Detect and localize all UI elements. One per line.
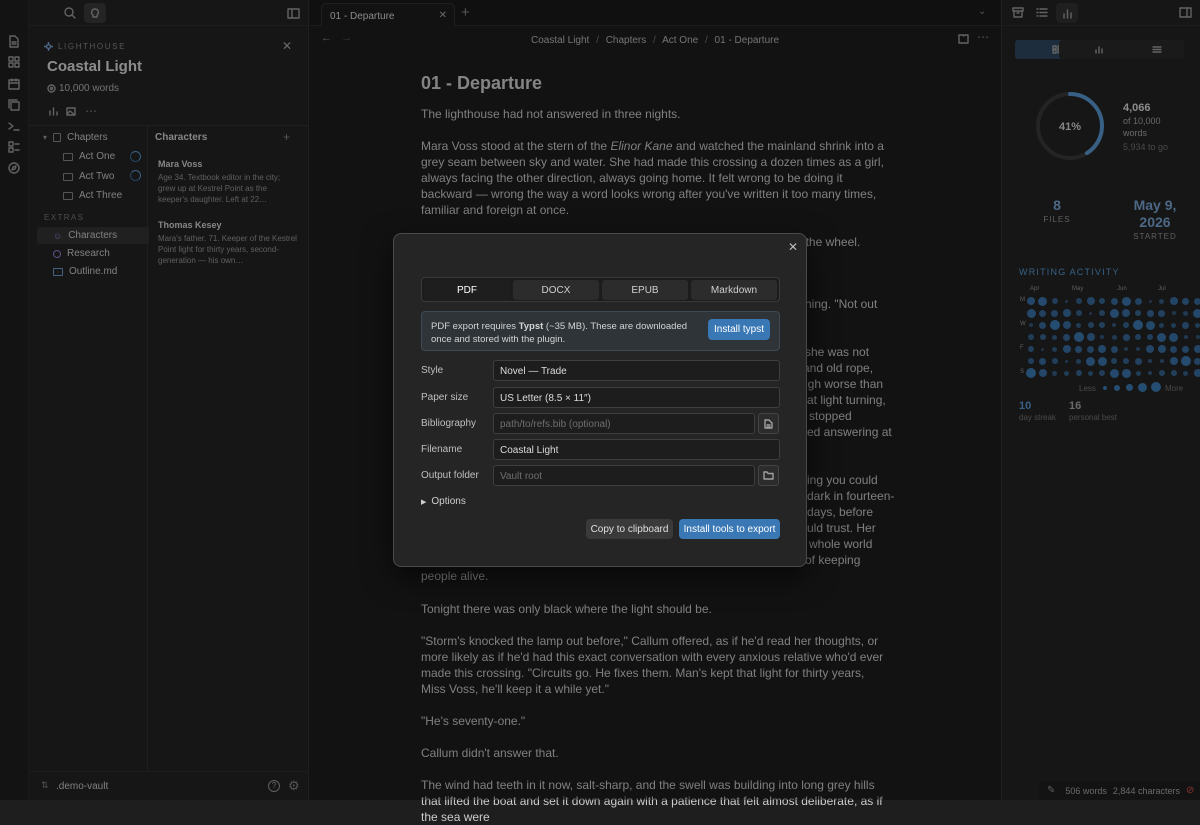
style-select[interactable]: Novel — Trade xyxy=(493,360,780,381)
folder-picker-icon[interactable] xyxy=(758,465,779,486)
style-label: Style xyxy=(421,365,444,376)
options-label: Options xyxy=(431,496,466,507)
bibliography-label: Bibliography xyxy=(421,418,477,429)
format-epub[interactable]: EPUB xyxy=(602,280,688,300)
format-pdf[interactable]: PDF xyxy=(424,280,510,300)
output-folder-input[interactable]: Vault root xyxy=(493,465,755,486)
paper-label: Paper size xyxy=(421,392,469,403)
format-markdown[interactable]: Markdown xyxy=(691,280,777,300)
paper-size-select[interactable]: US Letter (8.5 × 11″) xyxy=(493,387,780,408)
chevron-right-icon: ▶ xyxy=(421,498,427,506)
copy-clipboard-button[interactable]: Copy to clipboard xyxy=(586,519,673,539)
format-selector: PDF DOCX EPUB Markdown xyxy=(421,277,780,302)
install-typst-button[interactable]: Install typst xyxy=(708,319,770,340)
notice-run: PDF export requires xyxy=(431,321,519,332)
notice-strong: Typst xyxy=(518,321,544,332)
filename-input[interactable]: Coastal Light xyxy=(493,439,780,460)
close-icon[interactable]: ✕ xyxy=(788,240,798,254)
dependency-notice: PDF export requires Typst (~35 MB). Thes… xyxy=(421,311,780,351)
filename-label: Filename xyxy=(421,444,463,455)
file-picker-icon[interactable] xyxy=(758,413,779,434)
bibliography-input[interactable]: path/to/refs.bib (optional) xyxy=(493,413,755,434)
export-modal: ✕ PDF DOCX EPUB Markdown PDF export requ… xyxy=(393,233,807,567)
notice-text: PDF export requires Typst (~35 MB). Thes… xyxy=(431,320,696,346)
output-folder-label: Output folder xyxy=(421,470,479,481)
install-tools-button[interactable]: Install tools to export xyxy=(679,519,780,539)
format-docx[interactable]: DOCX xyxy=(513,280,599,300)
options-disclosure[interactable]: ▶ Options xyxy=(421,496,466,507)
